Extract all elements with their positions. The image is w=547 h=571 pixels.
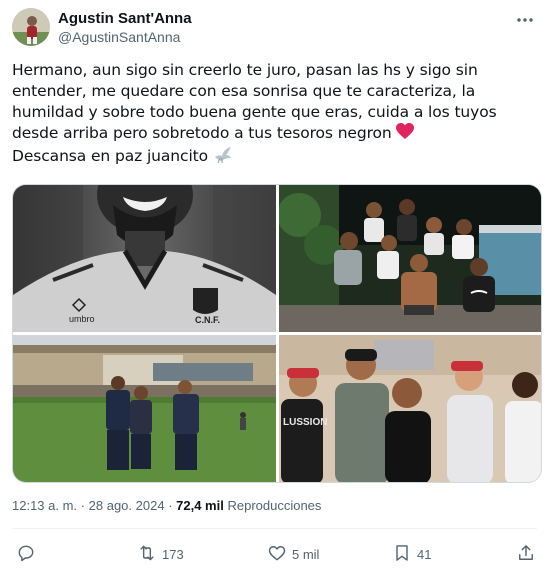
reply-icon	[16, 543, 36, 566]
author-display-name[interactable]: Agustin Sant'Anna	[58, 10, 192, 28]
more-options-icon[interactable]	[515, 10, 535, 30]
bookmark-count: 41	[417, 546, 432, 562]
meta-separator: ·	[80, 498, 86, 513]
reply-button[interactable]	[16, 541, 41, 567]
photo-2-group-pool-night[interactable]	[279, 185, 541, 332]
bookmark-icon	[392, 543, 412, 566]
author-avatar[interactable]	[12, 8, 50, 46]
tweet-body: Hermano, aun sigo sin creerlo te juro, p…	[12, 61, 502, 142]
tweet-card: Agustin Sant'Anna @AgustinSantAnna Herma…	[0, 0, 547, 571]
brand-text: umbro	[69, 314, 95, 324]
tweet-header: Agustin Sant'Anna @AgustinSantAnna	[12, 8, 537, 48]
photo-4-group-indoor[interactable]: LUSSION	[279, 335, 541, 482]
like-button[interactable]: 5 mil	[267, 541, 319, 567]
action-bar: 173 5 mil 41	[12, 541, 537, 567]
author-names: Agustin Sant'Anna @AgustinSantAnna	[58, 10, 192, 46]
tweet-date[interactable]: 28 ago. 2024	[89, 498, 165, 513]
share-icon	[516, 543, 536, 566]
retweet-button[interactable]: 173	[137, 541, 184, 567]
bookmark-button[interactable]: 41	[392, 541, 431, 567]
tweet-text: Hermano, aun sigo sin creerlo te juro, p…	[12, 60, 535, 170]
shirt-text: LUSSION	[283, 417, 327, 428]
dove-icon	[213, 146, 233, 170]
retweet-count: 173	[162, 546, 184, 562]
photo-3-stadium-pitch[interactable]	[13, 335, 276, 482]
like-count: 5 mil	[292, 546, 320, 562]
retweet-icon	[137, 543, 157, 566]
views-label: Reproducciones	[227, 498, 322, 513]
heart-icon	[267, 543, 287, 566]
author-handle[interactable]: @AgustinSantAnna	[58, 28, 192, 46]
photo-1-smiling-player-bw[interactable]: C.N.F. umbro	[13, 185, 276, 332]
red-heart-icon	[396, 123, 415, 146]
jersey-text: C.N.F.	[195, 315, 220, 325]
tweet-time[interactable]: 12:13 a. m.	[12, 498, 77, 513]
media-grid: C.N.F. umbro LUSSION	[12, 184, 542, 483]
tweet-meta: 12:13 a. m. · 28 ago. 2024 · 72,4 mil Re…	[12, 498, 321, 513]
tweet-line-2: Descansa en paz juancito	[12, 147, 209, 165]
share-button[interactable]	[516, 541, 536, 567]
views-count: 72,4 mil	[176, 498, 224, 513]
meta-separator-2: ·	[168, 498, 173, 513]
divider	[12, 528, 537, 529]
